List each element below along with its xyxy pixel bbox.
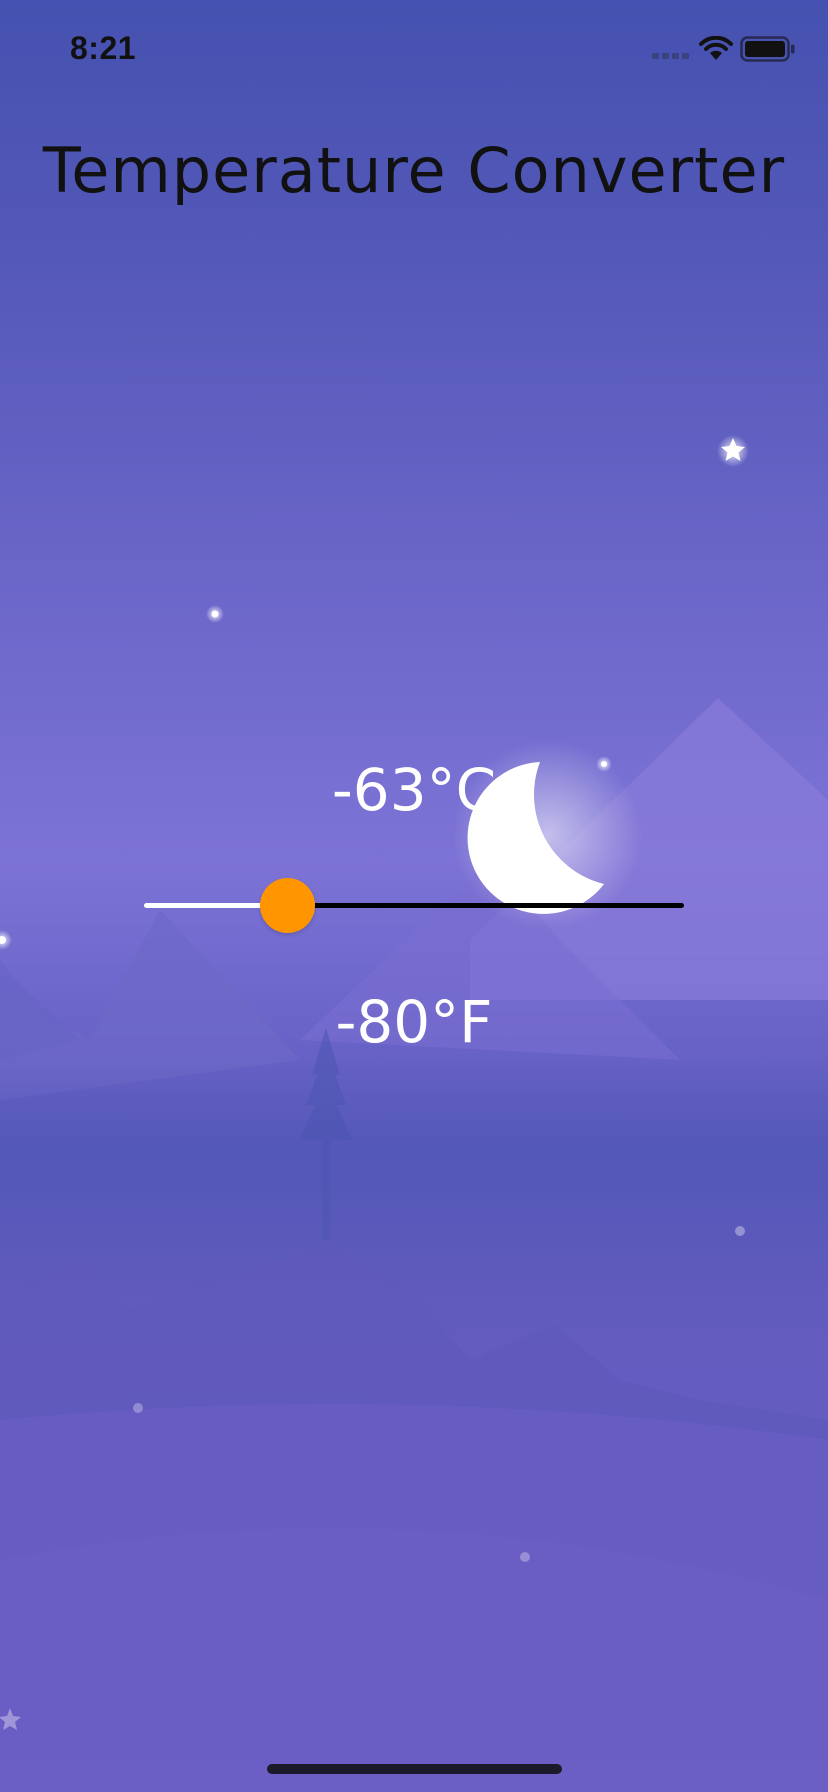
foreground-dune (0, 1528, 828, 1792)
slider-thumb[interactable] (260, 878, 315, 933)
status-time: 8:21 (70, 30, 137, 66)
fahrenheit-readout: -80°F (335, 988, 493, 1056)
star-icons (0, 435, 749, 1730)
lower-hills-front (0, 1404, 828, 1792)
slider-track-remaining (287, 903, 684, 908)
signal-icon (652, 53, 689, 59)
home-indicator[interactable] (267, 1764, 562, 1774)
mist-band (0, 1050, 828, 1250)
far-mountain-right (470, 698, 828, 1000)
battery-icon (740, 36, 795, 62)
temperature-slider[interactable] (144, 878, 684, 934)
celsius-readout: -63°C (331, 756, 497, 824)
lower-hills-back (0, 1245, 828, 1792)
wifi-icon (699, 36, 733, 60)
status-bar: 8:21 (0, 0, 828, 100)
page-title: Temperature Converter (42, 134, 786, 207)
tree-silhouette (300, 1028, 352, 1240)
